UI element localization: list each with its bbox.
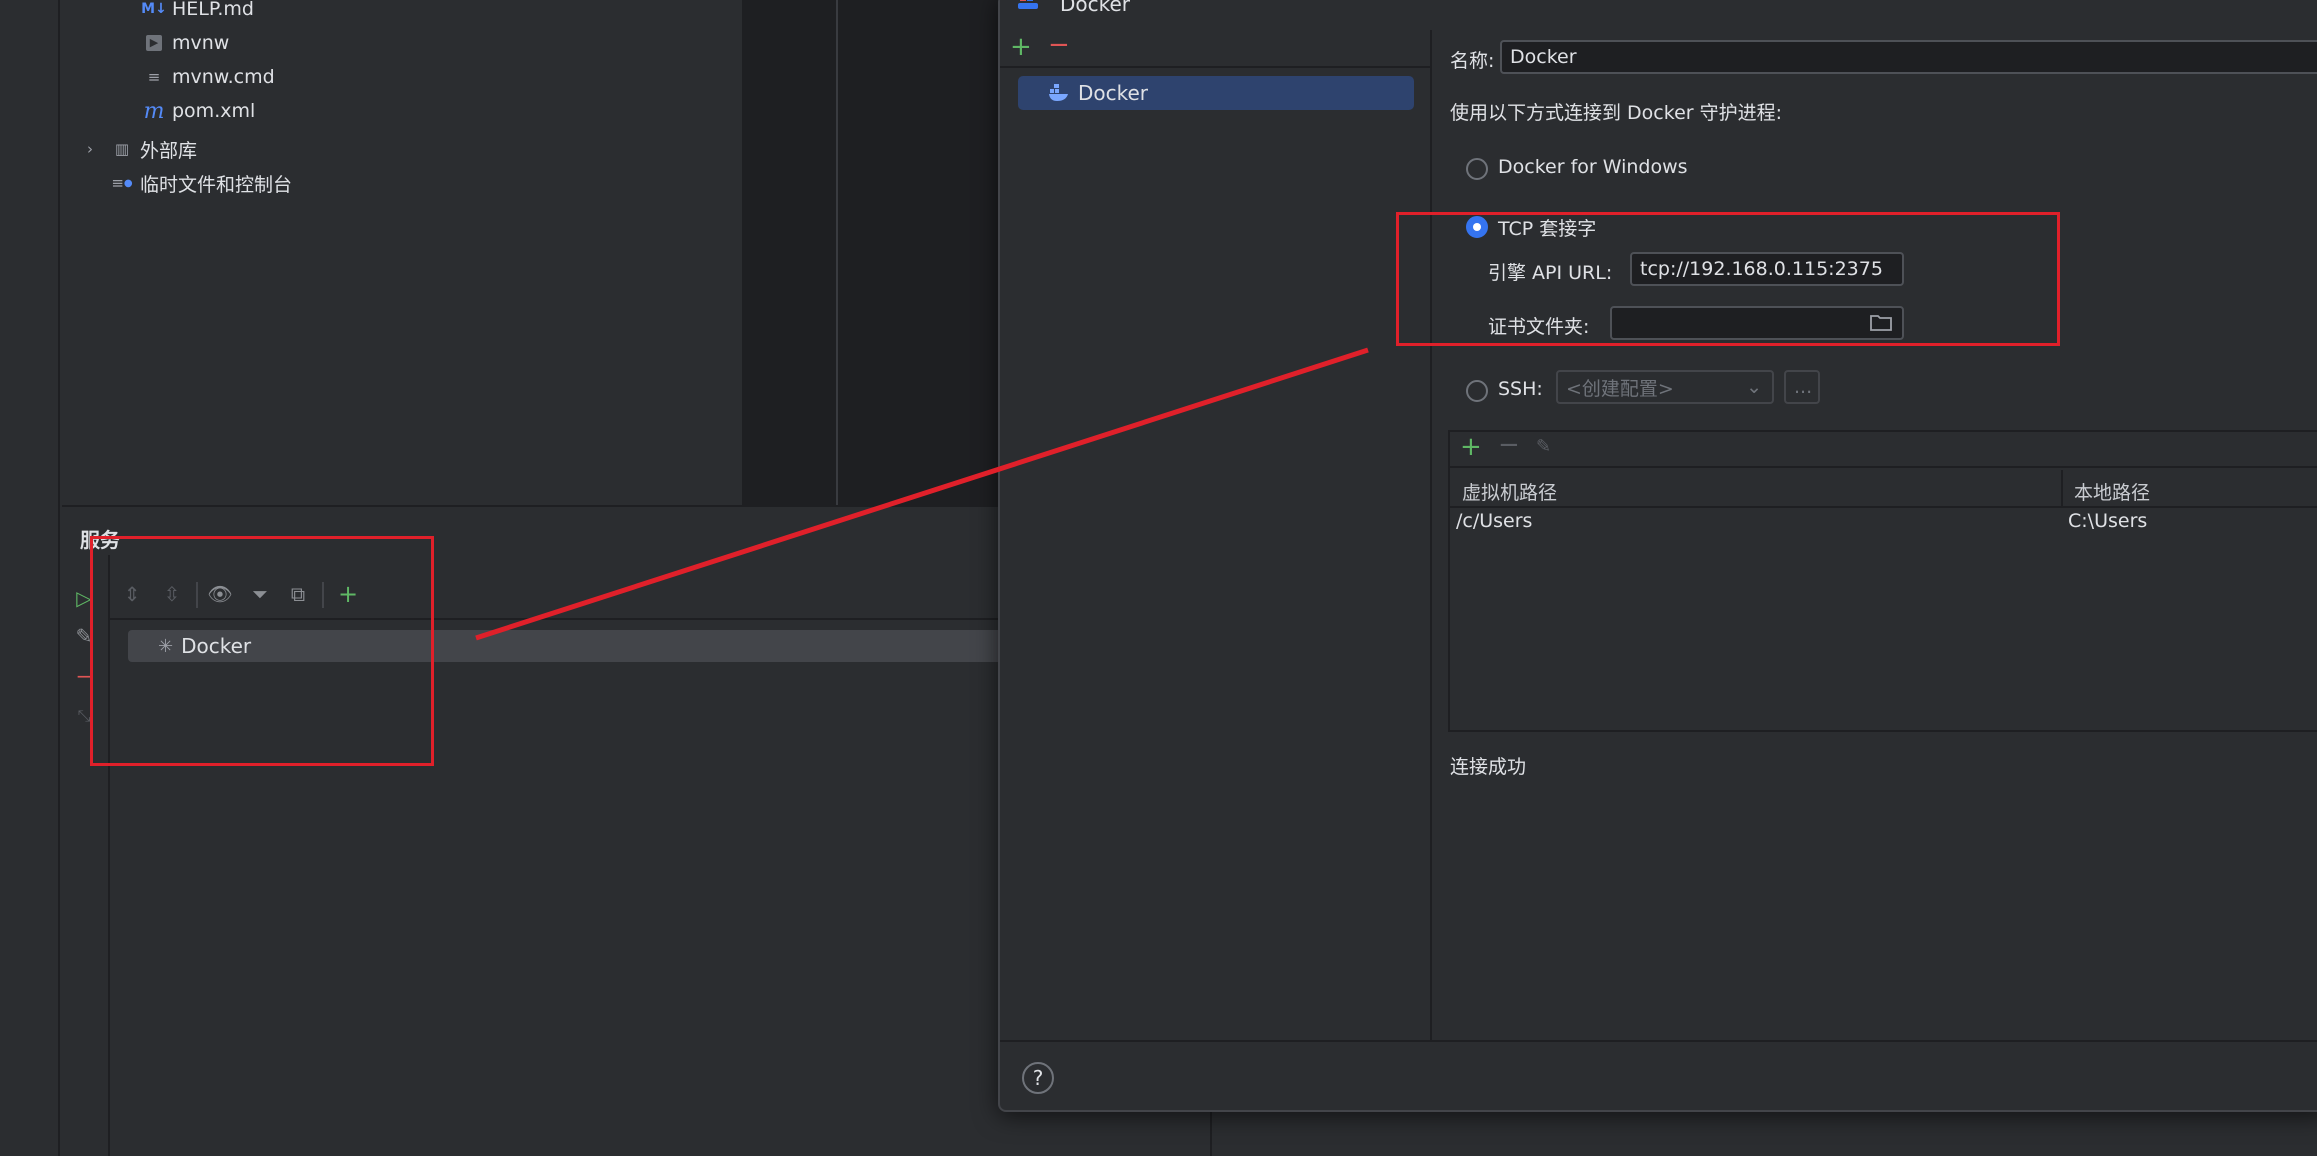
annotation-arrow-line: [475, 347, 1369, 641]
